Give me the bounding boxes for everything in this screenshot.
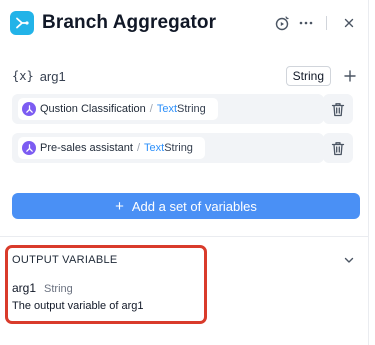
node-title[interactable]: Branch Aggregator: [42, 12, 216, 34]
question-classifier-icon: [22, 141, 36, 155]
item-var-type: String: [164, 142, 193, 154]
header-divider: [326, 16, 327, 30]
variable-item[interactable]: Pre-sales assistant / Text String: [12, 133, 324, 163]
delete-button[interactable]: [323, 133, 353, 163]
trash-icon: [331, 141, 345, 155]
question-classifier-icon: [22, 102, 36, 116]
variable-item[interactable]: Qustion Classification / Text String: [12, 94, 324, 124]
item-node-name: Qustion Classification: [40, 103, 146, 115]
add-variable-group-button[interactable]: + Add a set of variables: [12, 193, 360, 219]
item-node-name: Pre-sales assistant: [40, 142, 133, 154]
more-icon[interactable]: [294, 11, 318, 35]
item-separator: /: [136, 142, 140, 154]
branch-merge-icon: [10, 11, 34, 35]
panel-border: [368, 0, 369, 345]
item-var-name: Text: [156, 103, 178, 115]
plus-icon[interactable]: [343, 69, 357, 83]
delete-button[interactable]: [323, 94, 353, 124]
item-var-name: Text: [144, 142, 165, 154]
variable-tag[interactable]: Pre-sales assistant / Text String: [18, 137, 205, 159]
variable-row: {x} arg1 String: [12, 66, 357, 86]
variable-type-select[interactable]: String: [285, 66, 331, 86]
add-variable-group-label: Add a set of variables: [131, 198, 257, 214]
item-separator: /: [149, 103, 153, 115]
panel-header: Branch Aggregator: [10, 8, 361, 38]
header-actions: [270, 11, 361, 35]
variable-icon: {x}: [12, 69, 34, 83]
section-divider: [0, 236, 368, 237]
run-step-icon[interactable]: [270, 11, 294, 35]
item-var-type: String: [177, 103, 206, 115]
highlight-box: [5, 245, 207, 324]
chevron-down-icon[interactable]: [343, 253, 355, 265]
variable-tag[interactable]: Qustion Classification / Text String: [18, 98, 218, 120]
trash-icon: [331, 102, 345, 116]
close-icon[interactable]: [337, 11, 361, 35]
node-panel: Branch Aggregator {x} arg1 String Qustio…: [0, 0, 375, 345]
plus-icon: +: [115, 197, 124, 215]
variable-name[interactable]: arg1: [40, 69, 66, 84]
